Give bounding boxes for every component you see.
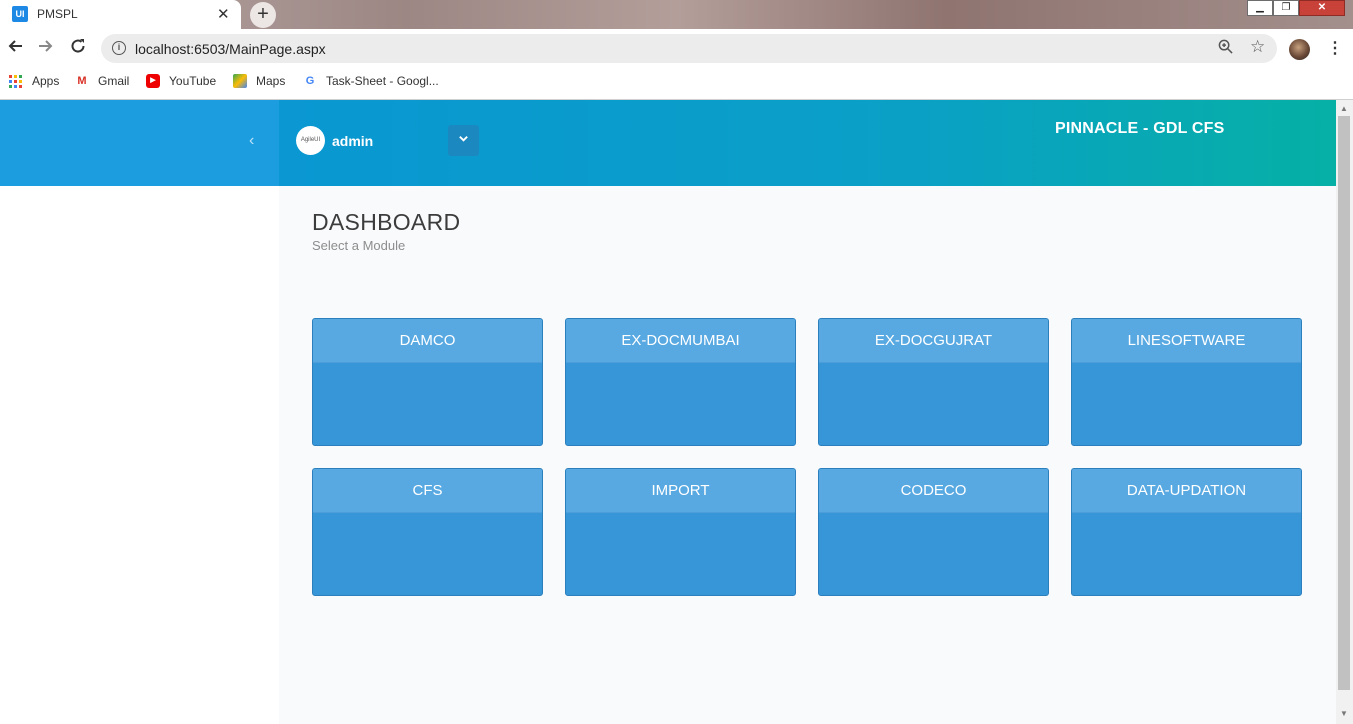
window-close-button[interactable]: ✕ [1299, 0, 1345, 16]
module-card-data-updation[interactable]: DATA-UPDATION [1071, 468, 1302, 596]
tab-title: PMSPL [37, 7, 78, 21]
maximize-button[interactable]: ❐ [1273, 0, 1299, 16]
module-grid: DAMCO EX-DOCMUMBAI EX-DOCGUJRAT LINESOFT… [312, 318, 1303, 596]
module-card-damco[interactable]: DAMCO [312, 318, 543, 446]
user-avatar[interactable]: AgileUI [296, 126, 325, 155]
bookmark-label: Task-Sheet - Googl... [326, 74, 439, 88]
scroll-down-arrow-icon[interactable]: ▼ [1340, 709, 1348, 718]
sidebar-header: ‹ [0, 100, 279, 186]
module-card-ex-docgujrat[interactable]: EX-DOCGUJRAT [818, 318, 1049, 446]
user-name[interactable]: admin [332, 133, 373, 149]
reload-icon[interactable] [70, 38, 86, 59]
module-title: CFS [313, 469, 542, 513]
apps-grid-icon [9, 74, 22, 88]
bookmark-maps[interactable]: Maps [233, 74, 285, 88]
user-menu-button[interactable] [448, 125, 479, 156]
scrollbar-thumb[interactable] [1338, 116, 1350, 690]
app-page: ‹ AgileUI admin PINNACLE - GDL CFS DASHB… [0, 100, 1353, 724]
minimize-button[interactable]: ▁ [1247, 0, 1273, 16]
omnibox[interactable]: i localhost:6503/MainPage.aspx ☆ [101, 34, 1277, 63]
module-card-cfs[interactable]: CFS [312, 468, 543, 596]
module-card-import[interactable]: IMPORT [565, 468, 796, 596]
profile-avatar[interactable] [1289, 39, 1310, 60]
module-card-linesoftware[interactable]: LINESOFTWARE [1071, 318, 1302, 446]
page-subtitle: Select a Module [312, 238, 406, 253]
youtube-icon: ▶ [146, 74, 160, 88]
bookmark-label: Apps [32, 74, 60, 88]
tab-favicon-icon: UI [12, 6, 28, 22]
bookmark-label: YouTube [169, 74, 217, 88]
bookmark-label: Gmail [98, 74, 130, 88]
module-title: DAMCO [313, 319, 542, 363]
chevron-down-icon [459, 136, 468, 142]
zoom-icon[interactable] [1218, 39, 1233, 58]
module-title: EX-DOCGUJRAT [819, 319, 1048, 363]
back-arrow-icon[interactable] [7, 38, 23, 59]
main-content: DASHBOARD Select a Module DAMCO EX-DOCMU… [279, 186, 1336, 724]
browser-menu-icon[interactable]: ⋮ [1327, 38, 1343, 58]
module-title: LINESOFTWARE [1072, 319, 1301, 363]
module-title: EX-DOCMUMBAI [566, 319, 795, 363]
bookmark-star-icon[interactable]: ☆ [1250, 37, 1265, 57]
forward-arrow-icon[interactable] [38, 38, 54, 59]
browser-tab[interactable]: UI PMSPL ✕ [0, 0, 241, 29]
bookmark-youtube[interactable]: ▶ YouTube [146, 74, 216, 88]
gmail-icon: M [77, 75, 87, 87]
bookmarks-bar: Apps M Gmail ▶ YouTube Maps G Task-Sheet… [0, 69, 1353, 100]
tab-strip: UI PMSPL ✕ + ▁ ❐ ✕ [0, 0, 1353, 29]
maps-icon [233, 74, 247, 88]
sidebar [0, 186, 279, 724]
module-title: CODECO [819, 469, 1048, 513]
bookmark-task-sheet[interactable]: G Task-Sheet - Googl... [303, 74, 439, 88]
collapse-sidebar-icon[interactable]: ‹ [249, 132, 254, 150]
tab-close-icon[interactable]: ✕ [217, 5, 230, 23]
bookmark-apps[interactable]: Apps [9, 74, 59, 88]
google-icon: G [305, 75, 315, 87]
scroll-up-arrow-icon[interactable]: ▲ [1340, 104, 1348, 113]
site-info-icon[interactable]: i [112, 41, 126, 55]
address-toolbar: i localhost:6503/MainPage.aspx ☆ ⋮ [0, 29, 1353, 69]
page-title: DASHBOARD [312, 209, 461, 235]
app-header: AgileUI admin PINNACLE - GDL CFS [279, 100, 1336, 186]
brand-title: PINNACLE - GDL CFS [1055, 120, 1225, 137]
bookmark-label: Maps [256, 74, 286, 88]
new-tab-button[interactable]: + [250, 2, 276, 28]
module-title: DATA-UPDATION [1072, 469, 1301, 513]
module-title: IMPORT [566, 469, 795, 513]
page-scrollbar[interactable]: ▲ ▼ [1336, 100, 1353, 724]
module-card-codeco[interactable]: CODECO [818, 468, 1049, 596]
bookmark-gmail[interactable]: M Gmail [75, 74, 129, 88]
module-card-ex-docmumbai[interactable]: EX-DOCMUMBAI [565, 318, 796, 446]
url-text[interactable]: localhost:6503/MainPage.aspx [135, 41, 326, 57]
